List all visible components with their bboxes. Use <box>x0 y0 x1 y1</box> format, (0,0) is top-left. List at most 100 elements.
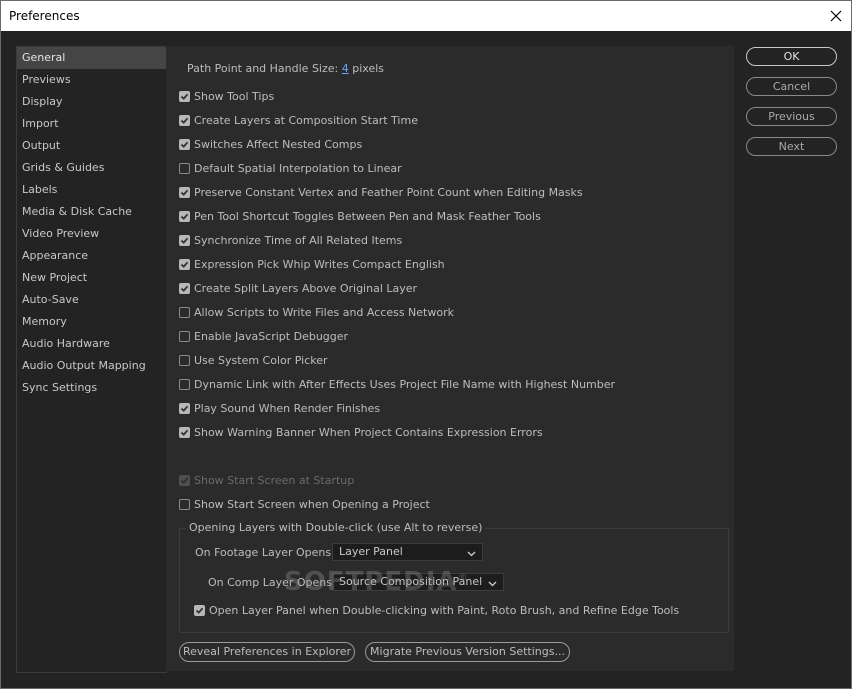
paint-tools-label: Open Layer Panel when Double-clicking wi… <box>209 603 680 617</box>
path-point-label: Path Point and Handle Size: <box>187 62 339 75</box>
start-screen-at-startup-checkbox <box>179 474 190 486</box>
allow-scripts-network-label: Allow Scripts to Write Files and Access … <box>194 305 454 319</box>
start-screen-at-startup-label: Show Start Screen at Startup <box>194 473 355 487</box>
dynamic-link-highest-number-checkbox[interactable] <box>179 378 190 390</box>
paint-tools-option[interactable]: Open Layer Panel when Double-clicking wi… <box>194 602 679 618</box>
footage-layer-value: Layer Panel <box>339 545 403 558</box>
title-bar: Preferences <box>1 1 851 31</box>
check-icon <box>180 189 189 196</box>
show-tool-tips-option[interactable]: Show Tool Tips <box>179 88 274 104</box>
create-split-layers-above-checkbox[interactable] <box>179 282 190 294</box>
watermark: SOFTPEDIA® <box>284 567 469 597</box>
expression-compact-english-label: Expression Pick Whip Writes Compact Engl… <box>194 257 445 271</box>
sidebar-item-previews[interactable]: Previews <box>17 69 166 91</box>
pen-tool-shortcut-checkbox[interactable] <box>179 210 190 222</box>
sidebar-item-sync-settings[interactable]: Sync Settings <box>17 377 166 399</box>
path-point-unit: pixels <box>352 62 384 75</box>
expression-compact-english-checkbox[interactable] <box>179 258 190 270</box>
allow-scripts-network-checkbox[interactable] <box>179 306 190 318</box>
window-title: Preferences <box>9 9 80 23</box>
check-icon <box>180 285 189 292</box>
default-spatial-linear-option[interactable]: Default Spatial Interpolation to Linear <box>179 160 402 176</box>
sidebar-item-appearance[interactable]: Appearance <box>17 245 166 267</box>
migrate-settings-button[interactable]: Migrate Previous Version Settings... <box>365 642 570 662</box>
enable-js-debugger-label: Enable JavaScript Debugger <box>194 329 349 343</box>
sidebar-item-auto-save[interactable]: Auto-Save <box>17 289 166 311</box>
preferences-window: Preferences General Previews Display Imp… <box>0 0 852 689</box>
sidebar-item-output[interactable]: Output <box>17 135 166 157</box>
check-icon <box>180 237 189 244</box>
sidebar-item-audio-output-mapping[interactable]: Audio Output Mapping <box>17 355 166 377</box>
sidebar-item-labels[interactable]: Labels <box>17 179 166 201</box>
dynamic-link-highest-number-label: Dynamic Link with After Effects Uses Pro… <box>194 377 616 391</box>
sidebar-item-audio-hardware[interactable]: Audio Hardware <box>17 333 166 355</box>
check-icon <box>180 93 189 100</box>
expression-compact-english-option[interactable]: Expression Pick Whip Writes Compact Engl… <box>179 256 445 272</box>
sidebar-item-general[interactable]: General <box>17 47 166 69</box>
show-tool-tips-checkbox[interactable] <box>179 90 190 102</box>
start-screen-at-startup-option: Show Start Screen at Startup <box>179 472 354 488</box>
start-screen-opening-project-option[interactable]: Show Start Screen when Opening a Project <box>179 496 430 512</box>
dynamic-link-highest-number-option[interactable]: Dynamic Link with After Effects Uses Pro… <box>179 376 615 392</box>
preserve-vertex-count-option[interactable]: Preserve Constant Vertex and Feather Poi… <box>179 184 583 200</box>
path-point-setting: Path Point and Handle Size: 4 pixels <box>187 62 384 75</box>
path-point-value[interactable]: 4 <box>342 62 349 75</box>
next-button[interactable]: Next <box>746 137 837 156</box>
use-system-color-picker-checkbox[interactable] <box>179 354 190 366</box>
check-icon <box>180 261 189 268</box>
sidebar-item-media-disk-cache[interactable]: Media & Disk Cache <box>17 201 166 223</box>
previous-button[interactable]: Previous <box>746 107 837 126</box>
start-screen-opening-project-label: Show Start Screen when Opening a Project <box>194 497 430 511</box>
switches-affect-nested-checkbox[interactable] <box>179 138 190 150</box>
sidebar-item-grids-guides[interactable]: Grids & Guides <box>17 157 166 179</box>
pen-tool-shortcut-option[interactable]: Pen Tool Shortcut Toggles Between Pen an… <box>179 208 541 224</box>
category-list: General Previews Display Import Output G… <box>16 46 167 673</box>
sidebar-item-import[interactable]: Import <box>17 113 166 135</box>
synchronize-time-option[interactable]: Synchronize Time of All Related Items <box>179 232 402 248</box>
switches-affect-nested-label: Switches Affect Nested Comps <box>194 137 363 151</box>
close-icon <box>830 10 842 22</box>
check-icon <box>195 607 204 614</box>
check-icon <box>180 141 189 148</box>
check-icon <box>180 117 189 124</box>
start-screen-opening-project-checkbox[interactable] <box>179 498 190 510</box>
create-layers-at-start-label: Create Layers at Composition Start Time <box>194 113 418 127</box>
chevron-down-icon <box>488 581 497 587</box>
footage-layer-dropdown[interactable]: Layer Panel <box>332 543 483 561</box>
synchronize-time-checkbox[interactable] <box>179 234 190 246</box>
allow-scripts-network-option[interactable]: Allow Scripts to Write Files and Access … <box>179 304 454 320</box>
create-layers-at-start-option[interactable]: Create Layers at Composition Start Time <box>179 112 418 128</box>
enable-js-debugger-checkbox[interactable] <box>179 330 190 342</box>
create-layers-at-start-checkbox[interactable] <box>179 114 190 126</box>
double-click-group-title: Opening Layers with Double-click (use Al… <box>186 521 486 534</box>
sidebar-item-display[interactable]: Display <box>17 91 166 113</box>
footage-layer-label: On Footage Layer Opens: <box>195 546 335 559</box>
check-icon <box>180 213 189 220</box>
switches-affect-nested-option[interactable]: Switches Affect Nested Comps <box>179 136 362 152</box>
synchronize-time-label: Synchronize Time of All Related Items <box>194 233 403 247</box>
play-sound-render-checkbox[interactable] <box>179 402 190 414</box>
create-split-layers-above-label: Create Split Layers Above Original Layer <box>194 281 418 295</box>
default-spatial-linear-label: Default Spatial Interpolation to Linear <box>194 161 402 175</box>
show-warning-banner-option[interactable]: Show Warning Banner When Project Contain… <box>179 424 543 440</box>
reveal-preferences-button[interactable]: Reveal Preferences in Explorer <box>179 642 355 662</box>
sidebar-item-memory[interactable]: Memory <box>17 311 166 333</box>
default-spatial-linear-checkbox[interactable] <box>179 162 190 174</box>
play-sound-render-label: Play Sound When Render Finishes <box>194 401 381 415</box>
use-system-color-picker-label: Use System Color Picker <box>194 353 328 367</box>
show-warning-banner-checkbox[interactable] <box>179 426 190 438</box>
paint-tools-checkbox[interactable] <box>194 604 205 616</box>
play-sound-render-option[interactable]: Play Sound When Render Finishes <box>179 400 380 416</box>
sidebar-item-video-preview[interactable]: Video Preview <box>17 223 166 245</box>
show-warning-banner-label: Show Warning Banner When Project Contain… <box>194 425 543 439</box>
use-system-color-picker-option[interactable]: Use System Color Picker <box>179 352 328 368</box>
close-button[interactable] <box>821 1 851 31</box>
preserve-vertex-count-checkbox[interactable] <box>179 186 190 198</box>
enable-js-debugger-option[interactable]: Enable JavaScript Debugger <box>179 328 348 344</box>
create-split-layers-above-option[interactable]: Create Split Layers Above Original Layer <box>179 280 417 296</box>
sidebar-item-new-project[interactable]: New Project <box>17 267 166 289</box>
cancel-button[interactable]: Cancel <box>746 77 837 96</box>
check-icon <box>180 405 189 412</box>
check-icon <box>180 429 189 436</box>
ok-button[interactable]: OK <box>746 47 837 66</box>
